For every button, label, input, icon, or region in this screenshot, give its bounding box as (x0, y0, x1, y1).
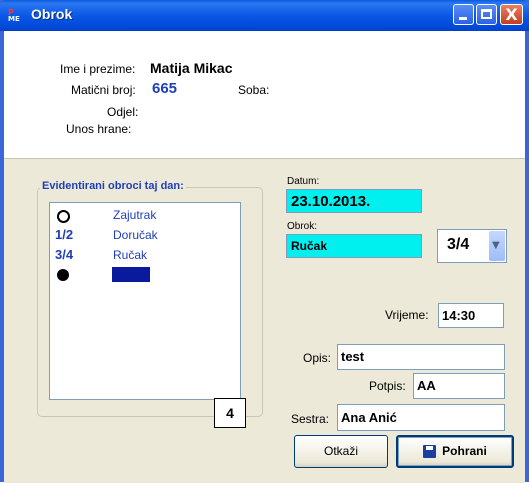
dropdown-button[interactable]: ▼ (489, 231, 505, 261)
dept-label: Odjel: (107, 105, 139, 119)
sign-field[interactable]: AA (413, 373, 505, 399)
meals-group-title: Evidentirani obroci taj dan: (40, 180, 186, 192)
maximize-button[interactable] (476, 4, 497, 25)
close-icon: X (505, 5, 518, 24)
list-item[interactable]: 1/2 Doručak (50, 227, 240, 245)
nurse-label: Sestra: (291, 412, 330, 426)
desc-label: Opis: (303, 351, 332, 365)
close-button[interactable]: X (500, 4, 523, 25)
meal-label: Obrok: (287, 221, 318, 232)
count-badge: 4 (214, 398, 246, 428)
list-item-key: 3/4 (55, 247, 74, 262)
chevron-down-icon: ▼ (492, 240, 500, 251)
save-button[interactable]: Pohrani (396, 435, 514, 468)
nurse-field[interactable]: Ana Anić (337, 404, 505, 431)
sign-label: Potpis: (369, 379, 406, 393)
floppy-disk-icon (423, 445, 437, 459)
minimize-icon (459, 17, 467, 20)
name-value: Matija Mikac (150, 60, 233, 76)
room-label: Soba: (238, 83, 270, 97)
time-label: Vrijeme: (385, 308, 429, 322)
window: P ME Obrok X Ime i prezime: Matija Mikac… (0, 0, 529, 483)
client-area: Ime i prezime: Matija Mikac Matični broj… (4, 31, 525, 483)
cancel-button[interactable]: Otkaži (294, 435, 388, 468)
portion-select[interactable]: 3/4 ▼ (437, 229, 507, 263)
list-item[interactable]: Zajutrak (50, 207, 240, 225)
save-button-label: Pohrani (442, 444, 487, 458)
list-item-selected[interactable] (50, 266, 240, 284)
circle-filled-icon (57, 269, 69, 281)
time-field[interactable]: 14:30 (438, 303, 504, 328)
name-label: Ime i prezime: (60, 62, 136, 76)
list-item-name: Doručak (113, 228, 158, 242)
form-panel: Evidentirani obroci taj dan: Zajutrak 1/… (4, 158, 525, 483)
list-item-name: Zajutrak (113, 208, 157, 222)
meal-field[interactable]: Ručak (286, 234, 422, 258)
title-bar[interactable]: P ME Obrok X (0, 0, 529, 31)
desc-field[interactable]: test (337, 344, 505, 370)
maximize-icon (481, 9, 492, 19)
id-value: 665 (152, 80, 178, 97)
list-item-key: 1/2 (55, 227, 74, 242)
list-item[interactable]: 3/4 Ručak (50, 247, 240, 265)
date-field[interactable]: 23.10.2013. (286, 189, 422, 213)
meals-list[interactable]: Zajutrak 1/2 Doručak 3/4 Ručak (49, 202, 241, 400)
minimize-button[interactable] (453, 4, 474, 25)
window-title: Obrok (31, 6, 73, 22)
food-label: Unos hrane: (66, 122, 132, 136)
app-icon: P ME (8, 8, 20, 23)
list-item-name: Ručak (113, 248, 148, 262)
date-label: Datum: (287, 176, 320, 187)
selection-highlight (112, 267, 150, 282)
cancel-button-label: Otkaži (323, 444, 358, 458)
id-label: Matični broj: (71, 83, 136, 97)
portion-value: 3/4 (447, 236, 470, 253)
circle-open-icon (57, 210, 70, 223)
